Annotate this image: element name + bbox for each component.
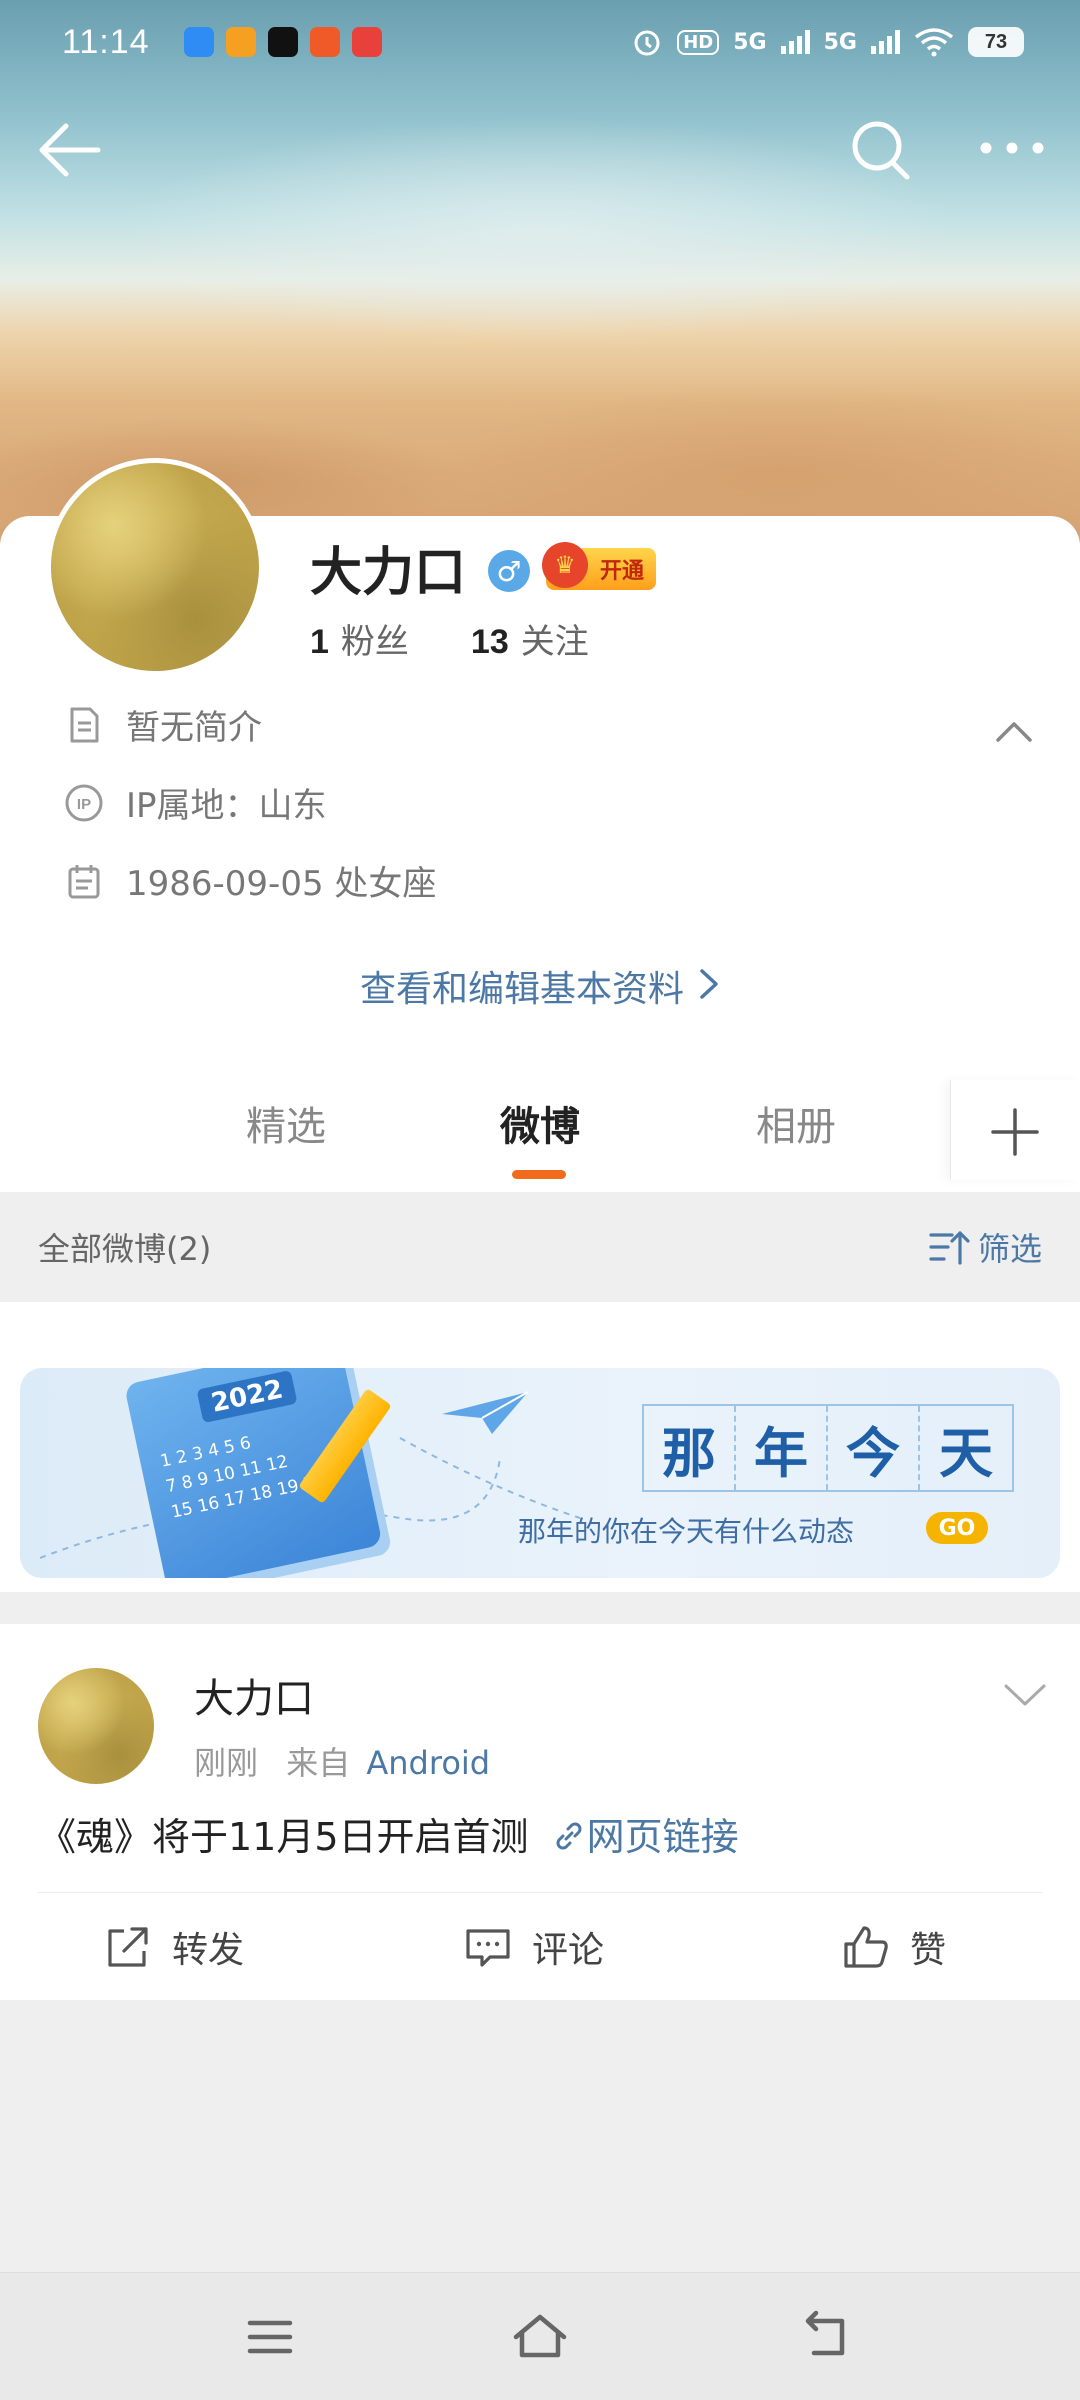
banner-title-char: 那 [644, 1406, 736, 1490]
chevron-up-icon[interactable] [994, 716, 1034, 746]
app-notification-icon [267, 27, 298, 57]
following-count: 13 [470, 623, 509, 661]
chevron-right-icon [698, 967, 720, 1010]
comment-label: 评论 [532, 1930, 605, 1971]
svg-text:IP: IP [77, 796, 91, 813]
on-this-day-banner[interactable]: 2022 1 2 3 4 5 67 8 9 10 11 12 15 16 17 1… [20, 1368, 1060, 1578]
web-link[interactable]: 网页链接 [551, 1815, 739, 1859]
plus-icon [991, 1108, 1039, 1156]
fans-label: 粉丝 [340, 622, 409, 662]
notification-icons [183, 27, 382, 57]
bio-text: 暂无简介 [126, 708, 262, 748]
tab-album[interactable]: 相册 [756, 1094, 836, 1152]
vip-open-badge[interactable]: ♛ 开通 [542, 542, 656, 590]
profile-stats: 1 粉丝 13 关注 [310, 614, 589, 663]
like-label: 赞 [910, 1930, 947, 1971]
calendar-icon [68, 864, 100, 898]
comment-icon [466, 1929, 510, 1967]
vip-open-label: 开通 [599, 559, 644, 584]
tab-featured[interactable]: 精选 [246, 1094, 326, 1152]
status-time: 11:14 [62, 22, 150, 61]
top-navigation [0, 110, 1080, 190]
repost-button[interactable]: 转发 [104, 1894, 244, 2000]
post-author-name[interactable]: 大力口 [194, 1666, 314, 1724]
profile-tabs: 精选 微博 相册 [0, 1080, 1080, 1190]
thumbs-up-icon [844, 1926, 888, 1968]
go-button[interactable]: GO [926, 1512, 988, 1544]
following-stat[interactable]: 13 关注 [471, 614, 589, 663]
link-icon [556, 1822, 582, 1850]
system-navigation-bar [0, 2272, 1080, 2400]
avatar[interactable] [46, 458, 264, 676]
web-link-label: 网页链接 [586, 1815, 739, 1859]
back-arrow-icon[interactable] [36, 110, 106, 190]
home-icon[interactable] [508, 2307, 572, 2367]
status-bar: 11:14 HD 5G 5G 73 [0, 0, 1080, 84]
filter-label: 筛选 [977, 1230, 1042, 1268]
banner-title-char: 年 [736, 1406, 828, 1490]
post-source: Android [366, 1744, 491, 1782]
paper-plane-icon [442, 1391, 529, 1434]
tab-weibo[interactable]: 微博 [500, 1094, 580, 1152]
post-content: 《魂》将于11月5日开启首测 网页链接 [38, 1806, 739, 1861]
crown-icon: ♛ [542, 542, 588, 588]
banner-title-char: 天 [939, 1420, 993, 1485]
alarm-icon [634, 30, 660, 56]
chevron-down-icon[interactable] [1002, 1680, 1048, 1710]
signal-icon [871, 30, 900, 54]
document-icon [70, 707, 99, 742]
network-5g-label: 5G [823, 29, 857, 55]
add-tab-button[interactable] [950, 1080, 1080, 1180]
battery-indicator: 73 [968, 27, 1024, 57]
like-button[interactable]: 赞 [842, 1894, 946, 2000]
post-time: 刚刚 [194, 1744, 259, 1782]
more-options-icon[interactable] [972, 110, 1052, 190]
post-text: 《魂》将于11月5日开启首测 [38, 1815, 529, 1859]
signal-icon [780, 30, 810, 54]
profile-name: 大力口 [310, 543, 467, 603]
male-gender-icon: ♂ [488, 550, 530, 592]
comment-button[interactable]: 评论 [464, 1894, 604, 2000]
back-icon[interactable] [794, 2307, 858, 2367]
birthday-text: 1986-09-05 处女座 [126, 864, 437, 904]
weibo-post: 大力口 刚刚 来自 Android 《魂》将于11月5日开启首测 网页链接 转发 [0, 1624, 1080, 2000]
following-label: 关注 [520, 622, 589, 662]
app-notification-icon [183, 27, 214, 57]
post-meta: 刚刚 来自 Android [194, 1738, 490, 1784]
menu-icon[interactable] [238, 2307, 302, 2367]
banner-title: 那 年 今 天 [642, 1404, 1014, 1492]
edit-profile-link[interactable]: 查看和编辑基本资料 [0, 960, 1080, 1012]
share-icon [108, 1927, 148, 1967]
filter-sort-icon [929, 1231, 970, 1265]
filter-button[interactable]: 筛选 [928, 1224, 1042, 1270]
all-posts-count: 全部微博(2) [38, 1230, 212, 1268]
banner-subtitle: 那年的你在今天有什么动态 [518, 1515, 855, 1548]
active-tab-indicator [512, 1170, 566, 1179]
repost-label: 转发 [172, 1930, 245, 1971]
post-actions: 转发 评论 赞 [0, 1894, 1080, 2000]
bio-row: 暂无简介 [64, 700, 262, 749]
banner-title-char: 今 [828, 1406, 920, 1490]
birthday-row: 1986-09-05 处女座 [64, 856, 436, 905]
edit-profile-label: 查看和编辑基本资料 [359, 969, 684, 1010]
hd-icon: HD [677, 29, 720, 55]
ip-location-text: IP属地：山东 [126, 786, 327, 826]
post-source-prefix: 来自 [286, 1744, 351, 1782]
filter-bar: 全部微博(2) 筛选 [0, 1192, 1080, 1302]
search-icon[interactable] [845, 110, 915, 190]
ip-icon: IP [65, 784, 103, 821]
app-notification-icon [351, 27, 382, 57]
fans-count: 1 [310, 623, 329, 661]
banner-section: 2022 1 2 3 4 5 67 8 9 10 11 12 15 16 17 1… [0, 1302, 1080, 1592]
wifi-icon [914, 28, 954, 57]
network-5g-label: 5G [733, 29, 767, 55]
ip-location-row: IP IP属地：山东 [64, 778, 327, 827]
app-notification-icon [309, 27, 340, 57]
app-notification-icon [225, 27, 256, 57]
divider [38, 1892, 1042, 1893]
fans-stat[interactable]: 1 粉丝 [310, 614, 409, 663]
post-author-avatar[interactable] [38, 1668, 154, 1784]
